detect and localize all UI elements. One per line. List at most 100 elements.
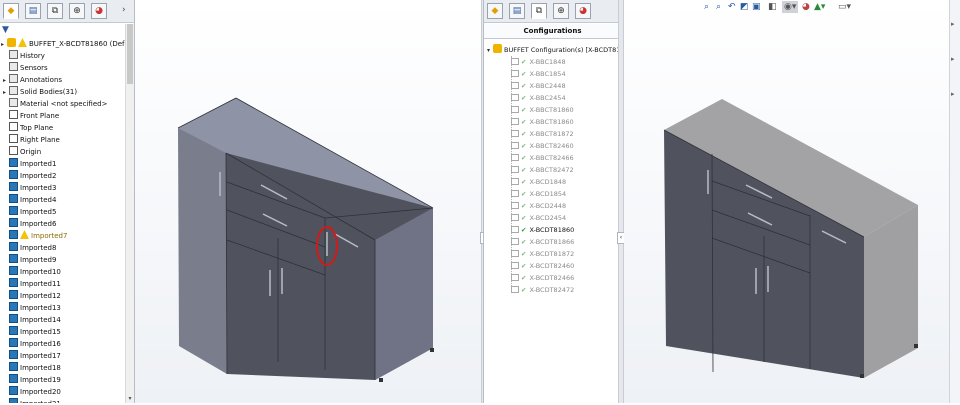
configuration-item[interactable]: ✔ X-BCD2448: [511, 200, 566, 212]
tree-item[interactable]: Imported9: [3, 254, 56, 266]
configuration-item[interactable]: ✔ X-BBCT82460: [511, 140, 574, 152]
display-manager-tab[interactable]: ◕: [91, 3, 107, 19]
tree-item[interactable]: Imported6: [3, 218, 56, 230]
graphics-area-right[interactable]: ⌕ ⌕ ↶ ◩ ▣ ◧ ◉▾ ◕ ▲▾ ▭▾ ▸ ▸ ▸: [624, 0, 960, 403]
configuration-item[interactable]: ✔ X-BBC1848: [511, 56, 566, 68]
property-icon: ▤: [512, 6, 522, 16]
tree-item-label: Imported12: [20, 292, 61, 300]
cabinet-model-right[interactable]: [624, 0, 944, 403]
tree-item[interactable]: Imported21: [3, 398, 61, 403]
task-pane-icon[interactable]: ▸: [951, 90, 955, 98]
tree-item[interactable]: ▸ Solid Bodies(31): [3, 86, 77, 98]
dimxpert-tab[interactable]: ⊕: [69, 3, 85, 19]
display-manager-tab-2[interactable]: ◕: [575, 3, 591, 19]
property-icon: ▤: [28, 6, 38, 16]
configuration-item[interactable]: ✔ X-BBC2454: [511, 92, 566, 104]
configuration-item[interactable]: ✔ X-BBC2448: [511, 80, 566, 92]
task-pane-icon[interactable]: ▸: [951, 20, 955, 28]
panel-grip-icon: ˇ: [546, 0, 550, 6]
tree-item-label: Annotations: [20, 76, 63, 84]
feature-tree-tab-2[interactable]: ◆: [487, 3, 503, 19]
tree-item[interactable]: Imported13: [3, 302, 61, 314]
cabinet-model-left[interactable]: [135, 0, 483, 403]
tree-item[interactable]: Imported8: [3, 242, 56, 254]
task-pane-icon[interactable]: ▸: [951, 55, 955, 63]
filter-icon[interactable]: ▼: [2, 24, 9, 36]
section-view-icon[interactable]: ◩: [740, 1, 749, 13]
warning-icon: [18, 38, 27, 47]
graphics-area-left[interactable]: [135, 0, 483, 403]
configuration-item[interactable]: ✔ X-BBCT82472: [511, 164, 574, 176]
view-orientation-icon[interactable]: ▣: [752, 1, 761, 13]
tree-item[interactable]: Imported17: [3, 350, 61, 362]
tree-item[interactable]: Imported12: [3, 290, 61, 302]
scrollbar-thumb[interactable]: [127, 24, 133, 84]
configuration-item[interactable]: ✔ X-BCDT82460: [511, 260, 574, 272]
imported-body-icon: [9, 254, 18, 263]
zoom-to-fit-icon[interactable]: ⌕: [704, 1, 709, 13]
configuration-item[interactable]: ✔ X-BCDT81872: [511, 248, 574, 260]
tree-item-label: Imported7: [31, 232, 68, 240]
configuration-manager-tab-2[interactable]: ⧉: [531, 3, 547, 19]
tree-item[interactable]: Imported3: [3, 182, 56, 194]
tree-item[interactable]: Material <not specified>: [3, 98, 107, 110]
configuration-root[interactable]: ▾ BUFFET Configuration(s) [X-BCDT81: [487, 44, 620, 56]
configuration-item[interactable]: ✔ X-BBC1854: [511, 68, 566, 80]
configuration-item[interactable]: ✔ X-BCDT82472: [511, 284, 574, 296]
configuration-item[interactable]: ✔ X-BCDT81866: [511, 236, 574, 248]
configuration-item[interactable]: ✔ X-BCD1848: [511, 176, 566, 188]
configuration-icon: [511, 262, 519, 269]
configuration-icon: [511, 142, 519, 149]
property-manager-tab[interactable]: ▤: [25, 3, 41, 19]
tree-item[interactable]: Imported14: [3, 314, 61, 326]
tree-item[interactable]: Imported5: [3, 206, 56, 218]
configuration-item-label: X-BCD1854: [529, 190, 567, 198]
dimxpert-tab-2[interactable]: ⊕: [553, 3, 569, 19]
hide-show-items-icon[interactable]: ◉▾: [782, 1, 799, 13]
tree-item[interactable]: Imported16: [3, 338, 61, 350]
tree-item[interactable]: Front Plane: [3, 110, 59, 122]
configuration-icon: [511, 178, 519, 185]
configuration-manager-tab[interactable]: ⧉: [47, 3, 63, 19]
configuration-item[interactable]: ✔ X-BCDT81860: [511, 224, 574, 236]
tree-item[interactable]: History: [3, 50, 45, 62]
tree-item[interactable]: Imported2: [3, 170, 56, 182]
tree-item[interactable]: Right Plane: [3, 134, 60, 146]
tree-item[interactable]: Sensors: [3, 62, 48, 74]
tree-item[interactable]: Imported1: [3, 158, 56, 170]
tree-item[interactable]: Imported20: [3, 386, 61, 398]
configuration-item[interactable]: ✔ X-BCD1854: [511, 188, 566, 200]
tree-root[interactable]: ▸BUFFET_X-BCDT81860 (Default<<: [1, 38, 134, 50]
tree-item[interactable]: Imported18: [3, 362, 61, 374]
view-settings-icon[interactable]: ▭▾: [838, 1, 851, 13]
tree-item[interactable]: Origin: [3, 146, 41, 158]
tree-item[interactable]: Top Plane: [3, 122, 53, 134]
configuration-icon: [511, 58, 519, 65]
configuration-item[interactable]: ✔ X-BBCT81860: [511, 104, 574, 116]
display-icon: ◕: [579, 6, 587, 16]
display-style-icon[interactable]: ◧: [768, 1, 777, 13]
tree-item[interactable]: Imported4: [3, 194, 56, 206]
tree-item[interactable]: Imported10: [3, 266, 61, 278]
configuration-item[interactable]: ✔ X-BBCT81860: [511, 116, 574, 128]
expand-tabs-icon[interactable]: ›: [122, 5, 126, 15]
apply-scene-icon[interactable]: ▲▾: [814, 1, 825, 13]
scroll-down-icon[interactable]: ▾: [126, 395, 134, 403]
previous-view-icon[interactable]: ↶: [728, 1, 736, 13]
tree-item[interactable]: Imported15: [3, 326, 61, 338]
zoom-to-area-icon[interactable]: ⌕: [716, 1, 721, 13]
tree-item[interactable]: Imported7: [3, 230, 67, 242]
tree-item[interactable]: Imported19: [3, 374, 61, 386]
tree-item[interactable]: ▸ Annotations: [3, 74, 62, 86]
property-manager-tab-2[interactable]: ▤: [509, 3, 525, 19]
part-icon: [493, 44, 502, 53]
tree-scrollbar[interactable]: ▾: [125, 24, 134, 403]
configuration-item[interactable]: ✔ X-BBCT82466: [511, 152, 574, 164]
tree-item[interactable]: Imported11: [3, 278, 61, 290]
feature-tree-tab[interactable]: ◆: [3, 3, 19, 19]
edit-appearance-icon[interactable]: ◕: [802, 1, 810, 13]
configuration-item[interactable]: ✔ X-BCDT82466: [511, 272, 574, 284]
configuration-item[interactable]: ✔ X-BCD2454: [511, 212, 566, 224]
check-icon: ✔: [521, 118, 527, 126]
configuration-item[interactable]: ✔ X-BBCT81872: [511, 128, 574, 140]
